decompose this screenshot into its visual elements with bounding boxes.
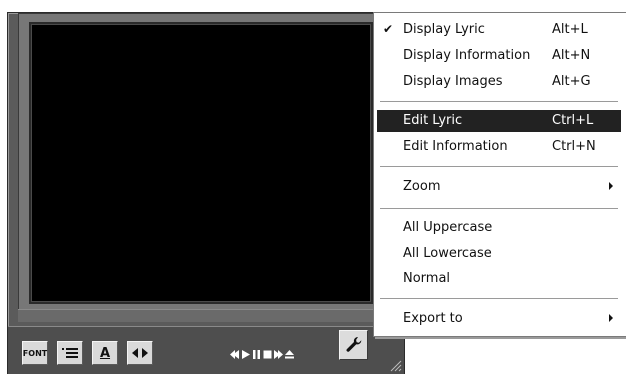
menu-item-label: Display Information <box>403 48 531 63</box>
resize-grip-icon[interactable] <box>388 358 402 372</box>
lyric-screen-frame <box>18 13 384 311</box>
font-button-label: FONT <box>22 348 48 358</box>
menu-item-all-lowercase[interactable]: All Lowercase <box>377 243 621 265</box>
menu-item-edit-information[interactable]: Edit Information Ctrl+N <box>377 136 621 158</box>
menu-separator <box>380 298 618 300</box>
images-button[interactable] <box>127 341 153 365</box>
menu-separator <box>380 208 618 210</box>
submenu-arrow-icon <box>609 182 613 190</box>
letter-button-label: A <box>99 345 111 361</box>
arrows-icon <box>128 342 152 364</box>
menu-item-label: Normal <box>403 271 451 286</box>
menu-item-label: All Uppercase <box>403 220 493 235</box>
menu-item-export-to[interactable]: Export to <box>377 308 621 330</box>
letter-a-icon: A <box>93 342 117 364</box>
pause-icon[interactable] <box>252 349 261 359</box>
transport-controls <box>230 347 294 361</box>
wrench-icon <box>346 336 362 352</box>
menu-item-label: Edit Lyric <box>403 113 463 128</box>
submenu-arrow-icon <box>609 314 613 322</box>
context-menu: ✔ Display Lyric Alt+L Display Informatio… <box>373 12 626 337</box>
fast-forward-icon[interactable] <box>274 349 283 359</box>
menu-item-label: Edit Information <box>403 139 508 154</box>
settings-button[interactable] <box>339 330 368 360</box>
menu-item-label: Zoom <box>403 179 441 194</box>
menu-separator <box>380 166 618 168</box>
lyric-display-area <box>29 22 373 304</box>
list-icon <box>58 342 82 364</box>
menu-item-display-lyric[interactable]: ✔ Display Lyric Alt+L <box>377 19 621 41</box>
status-strip <box>18 309 382 322</box>
menu-item-shortcut: Alt+G <box>552 74 591 89</box>
menu-item-display-information[interactable]: Display Information Alt+N <box>377 45 621 67</box>
eject-icon[interactable] <box>285 349 294 359</box>
menu-item-normal[interactable]: Normal <box>377 268 621 290</box>
menu-item-zoom[interactable]: Zoom <box>377 176 621 198</box>
menu-item-shortcut: Alt+L <box>552 22 588 37</box>
menu-item-label: All Lowercase <box>403 246 492 261</box>
font-icon: FONT <box>23 342 47 364</box>
player-bottom-toolbar: FONT A <box>8 326 404 374</box>
menu-item-all-uppercase[interactable]: All Uppercase <box>377 217 621 239</box>
lyric-player-window: FONT A <box>7 12 405 374</box>
list-button[interactable] <box>57 341 83 365</box>
menu-item-label: Display Lyric <box>403 22 485 37</box>
rewind-icon[interactable] <box>230 349 239 359</box>
menu-item-edit-lyric[interactable]: Edit Lyric Ctrl+L <box>377 110 621 132</box>
menu-item-label: Export to <box>403 311 463 326</box>
stop-icon[interactable] <box>263 350 272 359</box>
font-button[interactable]: FONT <box>22 341 48 365</box>
menu-item-shortcut: Ctrl+L <box>552 113 594 128</box>
play-icon[interactable] <box>241 349 250 359</box>
menu-item-shortcut: Alt+N <box>552 48 591 63</box>
menu-separator <box>380 101 618 103</box>
menu-item-shortcut: Ctrl+N <box>552 139 596 154</box>
text-color-button[interactable]: A <box>92 341 118 365</box>
menu-item-label: Display Images <box>403 74 503 89</box>
checkmark-icon: ✔ <box>383 22 394 36</box>
menu-item-display-images[interactable]: Display Images Alt+G <box>377 71 621 93</box>
